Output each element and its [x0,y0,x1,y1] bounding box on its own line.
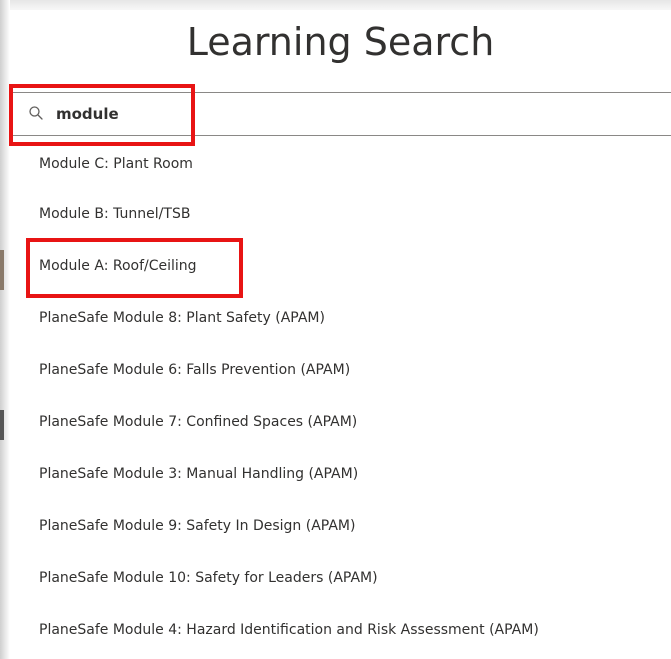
learning-search-panel: Learning Search module Module C: Plant R… [10,10,671,659]
result-item[interactable]: PlaneSafe Module 8: Plant Safety (APAM) [10,292,671,344]
result-item[interactable]: PlaneSafe Module 6: Falls Prevention (AP… [10,344,671,396]
background-window-edge [0,0,10,659]
result-item[interactable]: Module B: Tunnel/TSB [10,188,671,240]
search-query-text[interactable]: module [56,93,119,135]
background-sliver [0,410,4,440]
search-results-list: Module C: Plant Room Module B: Tunnel/TS… [10,140,671,656]
search-input[interactable]: module [10,92,671,136]
result-item[interactable]: PlaneSafe Module 4: Hazard Identificatio… [10,604,671,656]
screenshot-frame: Learning Search module Module C: Plant R… [0,0,671,659]
result-item[interactable]: Module A: Roof/Ceiling [10,240,671,292]
result-item[interactable]: PlaneSafe Module 7: Confined Spaces (APA… [10,396,671,448]
result-item[interactable]: PlaneSafe Module 9: Safety In Design (AP… [10,500,671,552]
result-item[interactable]: Module C: Plant Room [10,140,671,188]
result-item[interactable]: PlaneSafe Module 3: Manual Handling (APA… [10,448,671,500]
search-icon [29,106,43,120]
background-sliver [0,250,4,290]
result-item[interactable]: PlaneSafe Module 10: Safety for Leaders … [10,552,671,604]
page-title: Learning Search [186,20,495,64]
